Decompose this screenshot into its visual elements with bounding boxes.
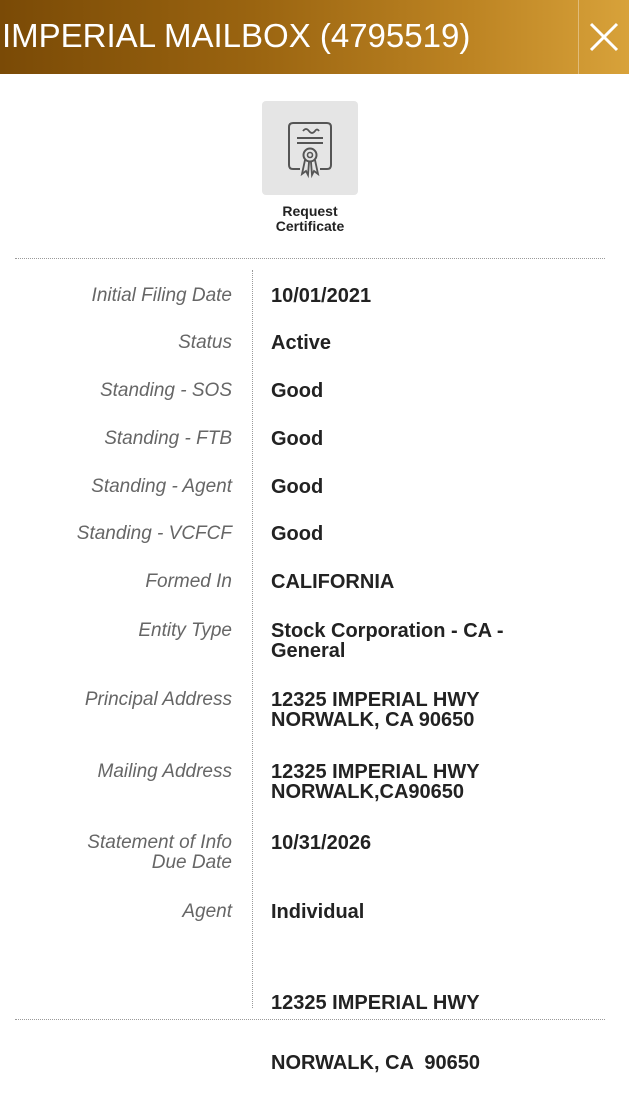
standing-agent-label: Standing - Agent xyxy=(91,476,232,497)
principal-address-label: Principal Address xyxy=(84,689,232,710)
request-certificate-label: Request Certificate xyxy=(275,203,345,234)
entity-title: IMPERIAL MAILBOX (4795519) xyxy=(2,17,471,54)
mailing-address-label: Mailing Address xyxy=(97,761,232,782)
standing-ftb-value: Good xyxy=(271,428,324,450)
close-icon xyxy=(589,22,619,52)
top-divider xyxy=(15,258,605,259)
certificate-icon xyxy=(288,122,332,179)
statement-of-info-label: Statement of Info Due Date xyxy=(87,832,232,873)
formed-in-value: CALIFORNIA xyxy=(271,571,395,593)
standing-vcfcf-label: Standing - VCFCF xyxy=(76,523,232,544)
entity-type-label: Entity Type xyxy=(138,620,232,641)
formed-in-label: Formed In xyxy=(145,571,232,592)
standing-vcfcf-value: Good xyxy=(271,523,324,545)
agent-label: Agent xyxy=(182,901,232,922)
agent-value: Individual xyxy=(271,901,365,923)
mailing-address-value: 12325 IMPERIAL HWY NORWALK,CA90650 xyxy=(271,761,480,803)
initial-filing-date-value: 10/01/2021 xyxy=(271,285,372,307)
request-certificate-button[interactable] xyxy=(262,101,358,195)
principal-address-value: 12325 IMPERIAL HWY NORWALK, CA 90650 xyxy=(271,689,480,731)
initial-filing-date-label: Initial Filing Date xyxy=(91,285,232,306)
column-divider xyxy=(252,270,253,1008)
bottom-divider xyxy=(15,1019,605,1020)
agent-address-value: 12325 IMPERIAL HWY NORWALK, CA 90650 xyxy=(271,992,480,1074)
status-value: Active xyxy=(271,332,332,354)
standing-ftb-label: Standing - FTB xyxy=(104,428,232,449)
standing-sos-label: Standing - SOS xyxy=(99,380,232,401)
status-label: Status xyxy=(178,332,232,353)
statement-of-info-value: 10/31/2026 xyxy=(271,832,372,854)
standing-sos-value: Good xyxy=(271,380,324,402)
close-button[interactable] xyxy=(578,0,629,74)
entity-type-value: Stock Corporation - CA - General xyxy=(271,620,504,662)
modal-header: IMPERIAL MAILBOX (4795519) xyxy=(0,0,629,74)
standing-agent-value: Good xyxy=(271,476,324,498)
